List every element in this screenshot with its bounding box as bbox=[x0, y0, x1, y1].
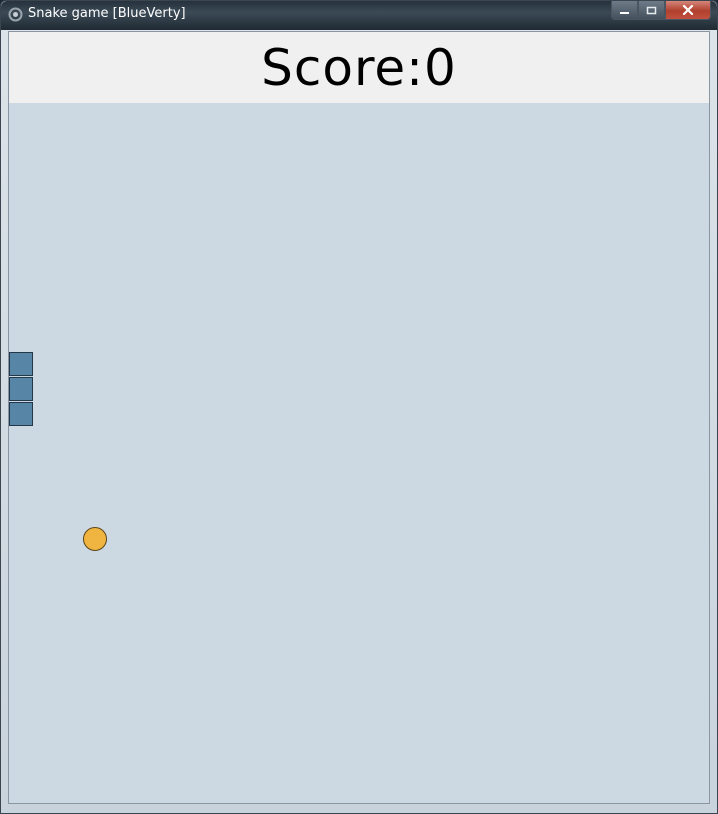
maximize-button[interactable] bbox=[638, 1, 665, 20]
score-label: Score:0 bbox=[261, 38, 457, 97]
food-pellet bbox=[83, 527, 107, 551]
window-title: Snake game [BlueVerty] bbox=[28, 6, 186, 21]
snake-segment bbox=[9, 377, 33, 401]
close-button[interactable] bbox=[665, 1, 711, 20]
maximize-icon bbox=[646, 6, 657, 14]
title-bar[interactable]: Snake game [BlueVerty] bbox=[1, 1, 717, 30]
app-icon bbox=[8, 7, 23, 22]
game-board[interactable] bbox=[9, 103, 709, 803]
minimize-icon bbox=[620, 11, 629, 14]
snake-segment bbox=[9, 352, 33, 376]
game-window: Snake game [BlueVerty] Score:0 bbox=[0, 0, 718, 814]
snake-segment bbox=[9, 402, 33, 426]
close-icon bbox=[682, 5, 694, 15]
game-client-area: Score:0 bbox=[8, 31, 710, 804]
window-controls bbox=[611, 1, 711, 21]
minimize-button[interactable] bbox=[611, 1, 638, 20]
score-bar: Score:0 bbox=[9, 32, 709, 103]
